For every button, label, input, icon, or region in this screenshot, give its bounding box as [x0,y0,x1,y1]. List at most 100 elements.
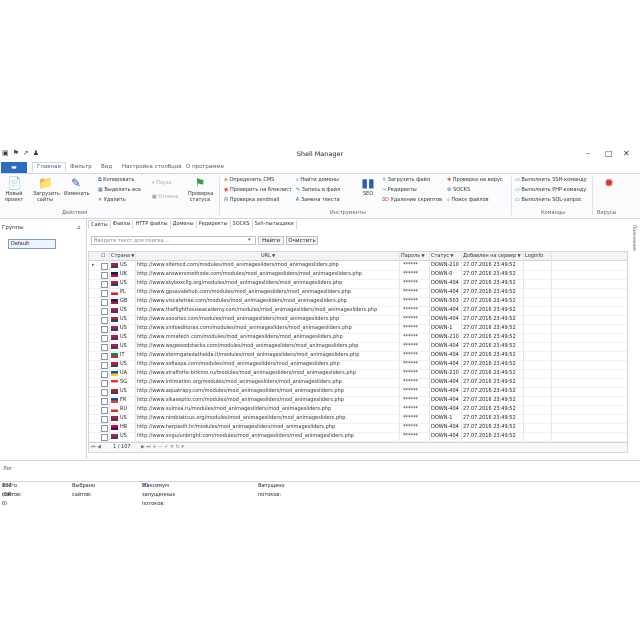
row-checkbox[interactable] [101,335,108,342]
search-files-button[interactable]: ⌕ Поиск файлов [447,197,489,203]
cell-country: FR [120,397,127,403]
load-sites-button[interactable]: 📁 Загрузить сайты [33,176,60,203]
dropdown-arrow-icon[interactable]: ▾ [248,237,251,243]
row-checkbox[interactable] [101,290,108,297]
delete-button[interactable]: ✕ Удалить [98,197,126,203]
write-to-file-button[interactable]: ✎ Запись в файл [296,187,340,193]
row-checkbox[interactable] [101,407,108,414]
status-check-button[interactable]: ⚑ Проверка статуса [188,176,213,203]
tab-ssh[interactable]: Ssh-пытыщики [253,220,297,229]
group-separator [592,177,593,215]
tab-sites[interactable]: Сайты [88,220,111,229]
column-password[interactable]: Пароль▼ [401,253,425,259]
search-input[interactable]: Введите текст для поиска ... [91,236,256,245]
select-all-button[interactable]: ▦ Выделить все [98,187,141,193]
tab-domains[interactable]: Домены [171,220,197,229]
flag-icon [111,380,118,385]
check-sendmail-button[interactable]: ✉ Проверка sendmail [224,197,279,203]
flag-icon [111,299,118,304]
pin-icon[interactable]: ⊿ [76,224,81,231]
row-checkbox[interactable] [101,326,108,333]
row-checkbox[interactable] [101,434,108,441]
column-loginfo[interactable]: Loginfo [525,253,543,259]
cell-url: http://www.gpsavalehub.com/modules/mod_a… [137,289,351,295]
clear-button[interactable]: Очистить [286,236,318,245]
tab-redirects[interactable]: Редиректы [197,220,231,229]
group-item-default[interactable]: Default [8,239,56,249]
cell-date: 27.07.2016 23:49:52 [463,280,516,286]
row-checkbox[interactable] [101,281,108,288]
row-checkbox[interactable] [101,398,108,405]
cell-country: SG [120,379,128,385]
exec-ssh-button[interactable]: ▭ Выполнить SSH-команду [515,177,587,183]
maximize-button[interactable]: □ [605,149,613,158]
cell-password: ****** [403,307,418,313]
row-checkbox[interactable] [101,344,108,351]
viruses-button[interactable]: ✹ [597,176,621,191]
find-button[interactable]: Найти [258,236,284,245]
write-to-file-label: Запись в файл [301,187,341,193]
redirects-button[interactable]: ↪ Редиректы [382,187,417,193]
row-checkbox[interactable] [101,389,108,396]
tab-columns[interactable]: Настройка столбцов [122,164,181,170]
exec-php-button[interactable]: ▭ Выполнить PHP-команду [515,187,586,193]
cell-country: US [120,325,127,331]
cell-date: 27.07.2016 23:49:52 [463,307,516,313]
row-checkbox[interactable] [101,272,108,279]
cell-status: DOWN-1 [431,325,453,331]
status-max-threads-value: 20 [142,483,149,489]
tab-view[interactable]: Вид [101,164,112,170]
close-button[interactable]: ✕ [623,149,630,158]
pause-label: Пауза [156,180,172,186]
find-domains-button[interactable]: ⌕ Найти домены [296,177,339,183]
row-checkbox[interactable] [101,353,108,360]
new-project-button[interactable]: 📄 Новый проект [2,176,26,203]
cell-status: DOWN-404 [431,388,459,394]
cell-country: IT [120,352,125,358]
column-status[interactable]: Статус▼ [431,253,454,259]
tab-filter[interactable]: Фильтр [70,164,92,170]
cancel-button[interactable]: ■ Отмена [152,194,178,200]
cell-password: ****** [403,280,418,286]
flag-icon [111,317,118,322]
row-checkbox[interactable] [101,317,108,324]
side-strip[interactable]: Пояснения [630,219,640,309]
exec-sql-button[interactable]: ▭ Выполнить SQL-запрос [515,197,582,203]
check-virus-button[interactable]: ✚ Проверка на вирус [447,177,503,183]
nav-next-icon[interactable]: ▶ ⏭ + − ✓ ✕ ↻ ▾ [141,443,184,452]
row-checkbox[interactable] [101,371,108,378]
row-checkbox[interactable] [101,299,108,306]
row-checkbox[interactable] [101,416,108,423]
socks-button[interactable]: ⚙ SOCKS [447,187,470,193]
tab-home[interactable]: Главная [32,162,66,172]
select-all-label: Выделить все [104,187,141,193]
define-cms-button[interactable]: ◆ Определить CMS [224,177,274,183]
file-menu-button[interactable]: ▬ [1,162,27,173]
column-added[interactable]: Добавлен на сервер▼ [463,253,521,259]
cell-password: ****** [403,379,418,385]
upload-file-button[interactable]: ⇪ Загрузить файл [382,177,430,183]
header-checkbox[interactable]: ☐ [101,253,105,259]
change-text-button[interactable]: Ꭺ Замена текста [296,197,340,203]
row-checkbox[interactable] [101,380,108,387]
cell-status: DOWN-404 [431,289,459,295]
row-checkbox[interactable] [101,425,108,432]
minimize-button[interactable]: – [586,149,590,158]
tab-socks[interactable]: SOCKS [231,220,253,229]
row-checkbox[interactable] [101,308,108,315]
tab-files[interactable]: Файлы [111,220,134,229]
cell-password: ****** [403,343,418,349]
nav-first-icon[interactable]: ⏮ ◀ [91,443,101,452]
column-url[interactable]: URL▼ [261,253,275,259]
row-checkbox[interactable] [101,362,108,369]
pause-button[interactable]: ⏸ Пауза [152,180,172,186]
tab-http-files[interactable]: HTTP файлы [133,220,171,229]
edit-button[interactable]: ✎ Изменить [64,176,90,197]
row-checkbox[interactable] [101,263,108,270]
tab-about[interactable]: О программе [186,164,224,170]
column-country[interactable]: Страна▼ [111,253,134,259]
delete-scripts-button[interactable]: ⌦ Удаление скриптов [382,197,442,203]
seo-button[interactable]: ▮▮ SEO [356,176,380,197]
check-blacklist-button[interactable]: ◉ Проверить на блэклист [224,187,292,193]
copy-button[interactable]: ⧉ Копировать [98,177,134,183]
